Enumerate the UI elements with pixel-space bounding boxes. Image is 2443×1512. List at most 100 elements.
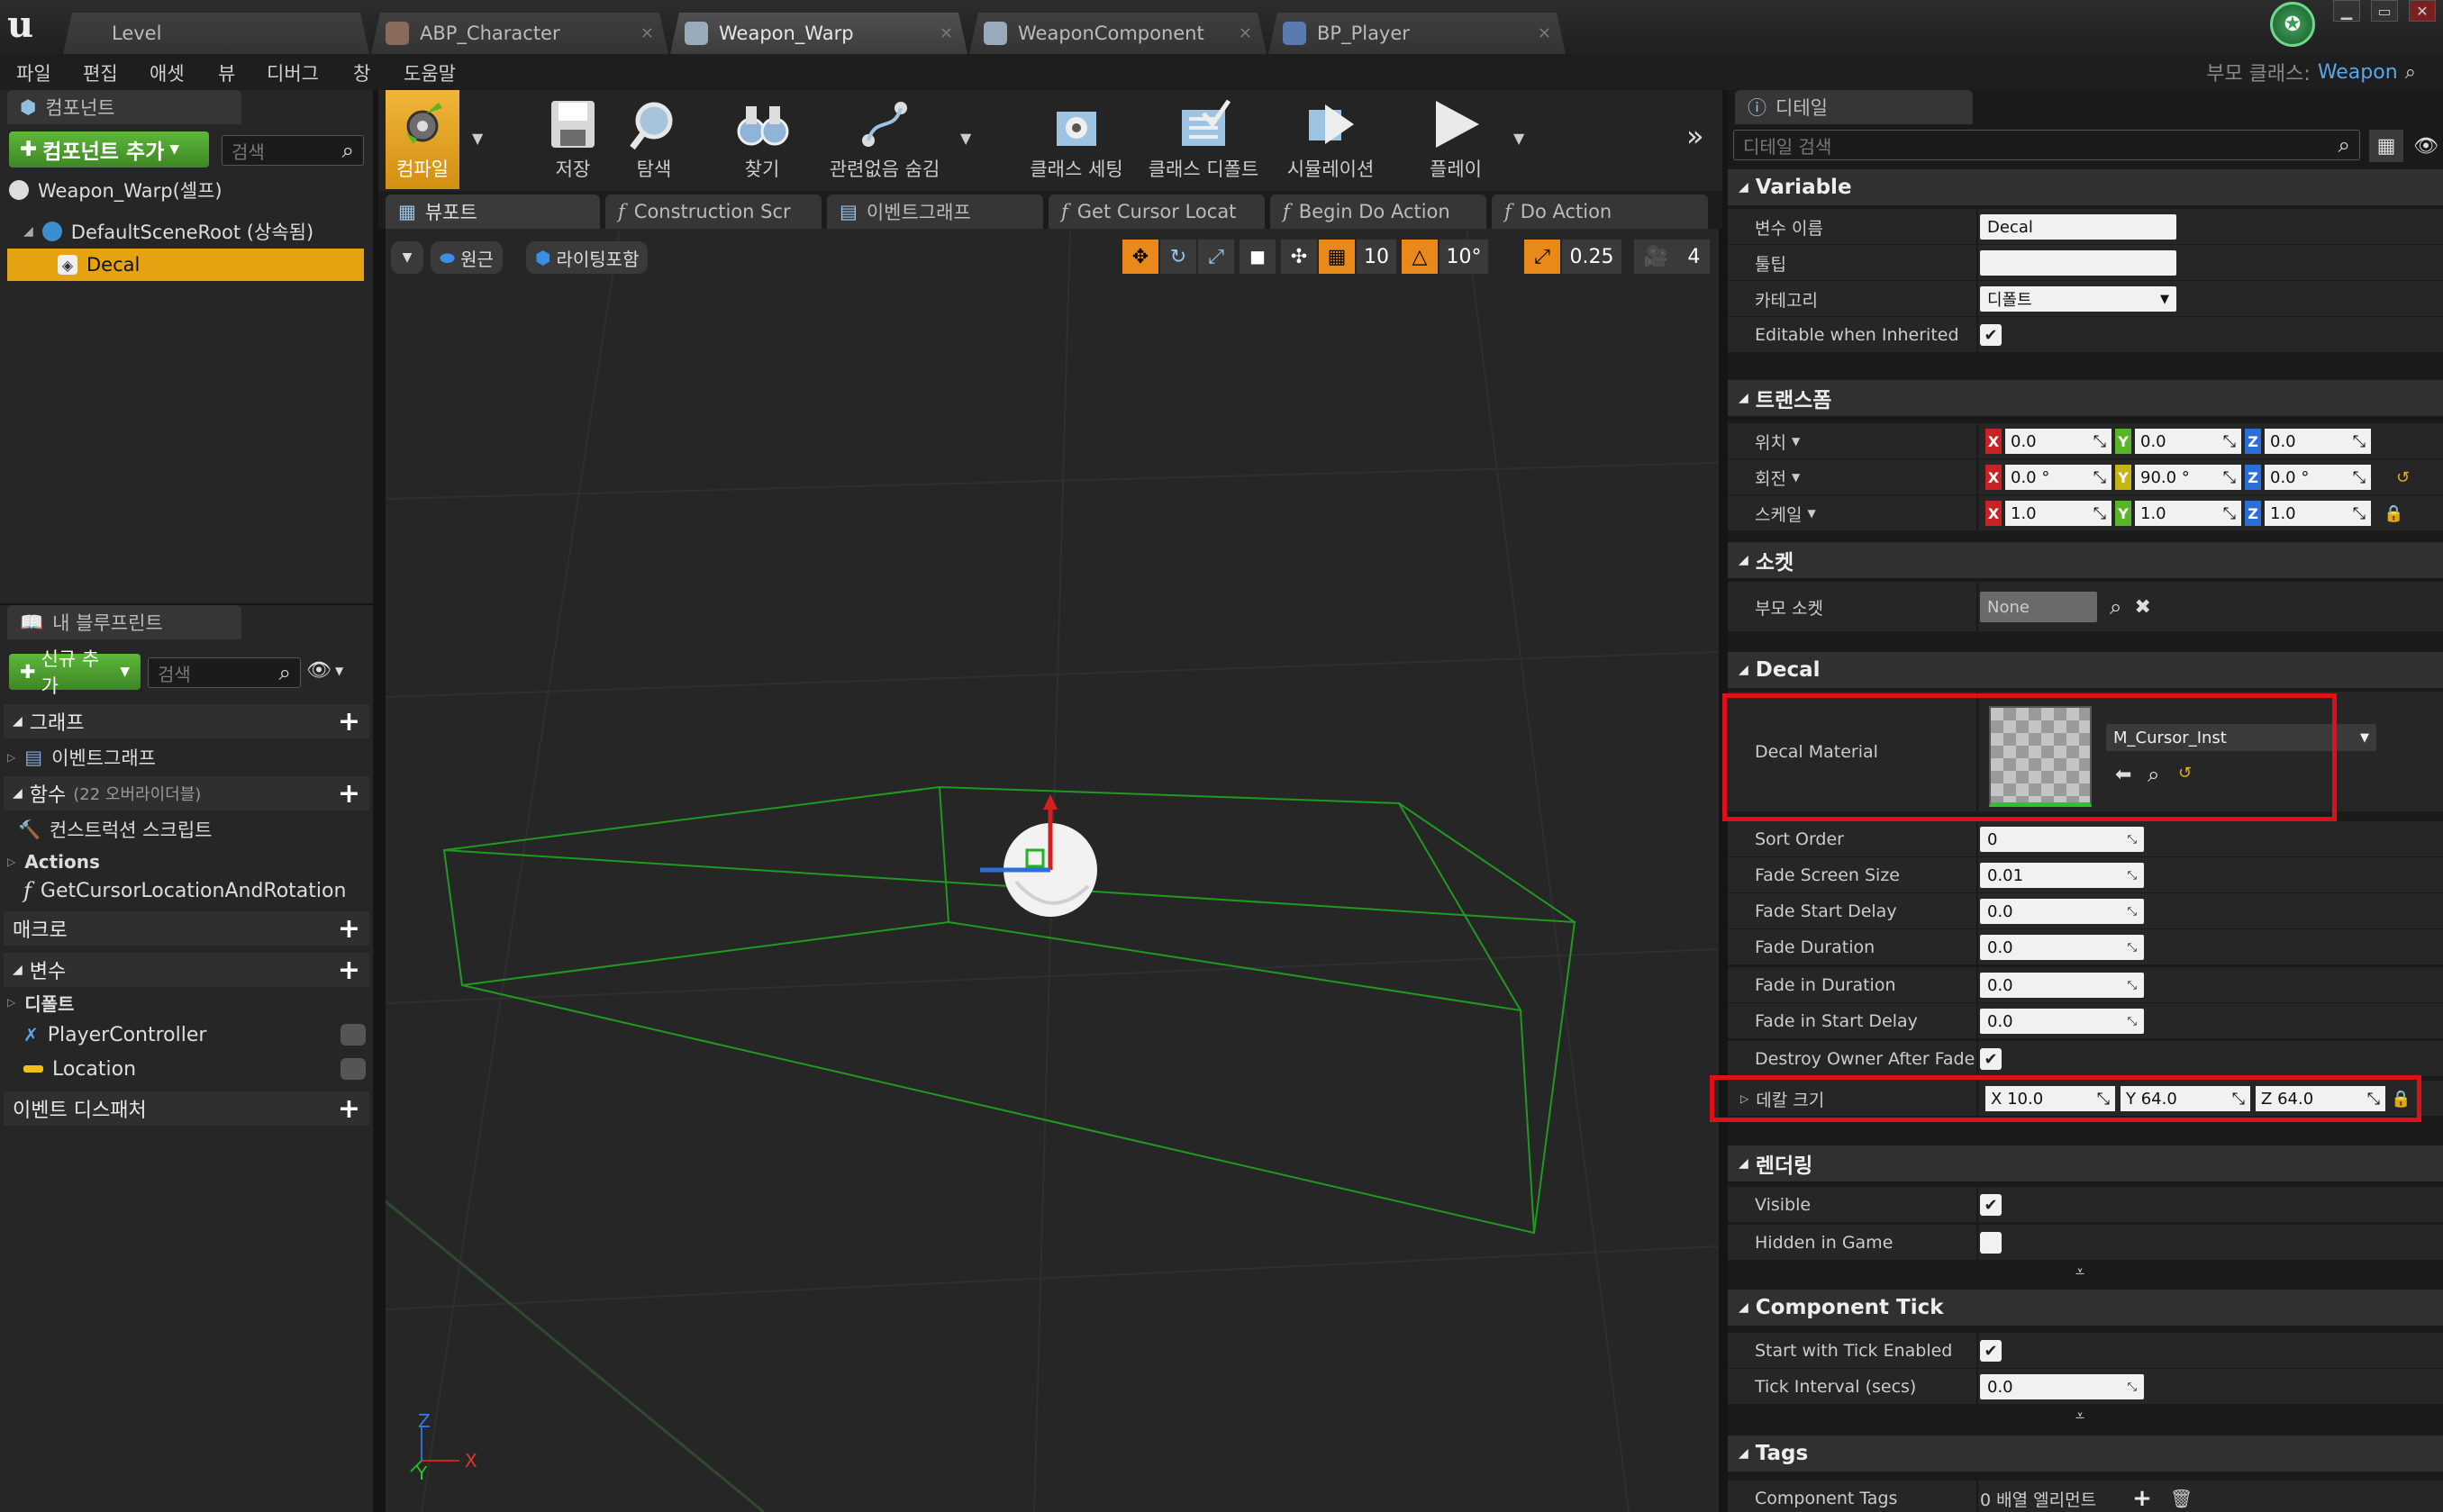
details-tab[interactable]: ⓘ 디테일 xyxy=(1735,90,1973,124)
scale-dropdown[interactable]: 스케일 ▼ xyxy=(1755,495,1816,531)
event-graph-row[interactable]: ▷ ▤ 이벤트그래프 xyxy=(7,742,368,773)
search-icon[interactable]: ⌕ xyxy=(2110,594,2121,620)
expand-arrow-icon[interactable]: ▷ xyxy=(7,856,15,868)
parent-class-link[interactable]: Weapon xyxy=(2318,61,2398,84)
menu-asset[interactable]: 애셋 xyxy=(150,59,185,86)
clear-icon[interactable]: ✖ xyxy=(2134,596,2150,619)
variable-location-row[interactable]: Location xyxy=(23,1054,366,1084)
scale-x-input[interactable]: 1.0 ⤡ xyxy=(2005,501,2112,526)
construction-script-row[interactable]: 🔨 컨스트럭션 스크립트 xyxy=(18,814,369,845)
scale-z-input[interactable]: 1.0 ⤡ xyxy=(2265,501,2371,526)
rotation-x-input[interactable]: 0.0 ° ⤡ xyxy=(2005,465,2112,490)
viewport-options-button[interactable]: ▼ xyxy=(391,241,423,274)
close-icon[interactable]: ✕ xyxy=(1538,24,1551,43)
lock-icon[interactable]: 🔒 xyxy=(2384,504,2403,523)
browse-button[interactable]: 탐색 xyxy=(600,90,708,189)
parent-socket-field[interactable]: None xyxy=(1980,592,2097,622)
menu-debug[interactable]: 디버그 xyxy=(267,59,319,86)
viewport[interactable]: X Z Y ▼ ⬬ 원근 ⬢ 라이팅포함 ✥ ↻ ⤢ ◼ ✣ ▦ 10 △ 10… xyxy=(386,229,1719,1512)
trash-icon[interactable]: 🗑 xyxy=(2170,1488,2193,1509)
hide-unrelated-button[interactable]: 관련없음 숨김 xyxy=(813,90,957,189)
tab-construction-script[interactable]: f Construction Scr xyxy=(605,195,822,229)
variable-player-controller-row[interactable]: ✗ PlayerController xyxy=(23,1019,366,1050)
menu-window[interactable]: 창 xyxy=(353,59,370,86)
rotation-dropdown[interactable]: 회전 ▼ xyxy=(1755,459,1800,495)
category-transform[interactable]: ◢ 트랜스폼 xyxy=(1728,380,2443,416)
advanced-expand-icon[interactable]: ⩡ xyxy=(2075,1263,2084,1281)
rotation-snap-value[interactable]: 10° xyxy=(1439,240,1488,274)
function-get-cursor-row[interactable]: f GetCursorLocationAndRotation xyxy=(23,875,375,906)
source-control-icon[interactable]: ✪ xyxy=(2270,2,2315,47)
hide-options-chevron-icon[interactable]: ▼ xyxy=(960,130,971,147)
close-window-icon[interactable]: ✕ xyxy=(2409,0,2436,22)
override-count[interactable]: (22 오버라이더블) xyxy=(73,782,201,805)
menu-edit[interactable]: 편집 xyxy=(83,59,118,86)
maximize-icon[interactable]: ▭ xyxy=(2371,0,2398,22)
play-options-chevron-icon[interactable]: ▼ xyxy=(1513,130,1524,147)
tab-weapon-warp[interactable]: Weapon_Warp ✕ xyxy=(670,13,967,54)
fade-screen-size-input[interactable]: 0.01 ⤡ xyxy=(1980,863,2144,888)
rotate-tool-icon[interactable]: ↻ xyxy=(1160,240,1196,274)
camera-speed-button[interactable]: 🎥 4 xyxy=(1634,240,1710,274)
advanced-expand-icon[interactable]: ⩡ xyxy=(2075,1407,2084,1426)
expand-arrow-icon[interactable]: ▷ xyxy=(7,751,15,764)
class-settings-button[interactable]: 클래스 세팅 xyxy=(1018,90,1135,189)
reset-to-default-icon[interactable]: ↺ xyxy=(2396,468,2410,487)
search-icon[interactable]: ⌕ xyxy=(2405,61,2416,84)
category-dropdown[interactable]: 디폴트 ▼ xyxy=(1980,286,2176,312)
compile-options-chevron-icon[interactable]: ▼ xyxy=(472,130,483,147)
visible-checkbox[interactable]: ✔ xyxy=(1980,1194,2002,1216)
add-dispatcher-icon[interactable]: + xyxy=(338,1093,360,1125)
blueprint-search-input[interactable]: 검색 ⌕ xyxy=(148,657,301,688)
add-function-icon[interactable]: + xyxy=(338,778,360,810)
component-search-input[interactable]: 검색 ⌕ xyxy=(222,135,364,166)
details-search-input[interactable]: 디테일 검색 ⌕ xyxy=(1733,130,2360,160)
eye-icon[interactable]: 👁 xyxy=(2409,130,2443,162)
component-root-row[interactable]: ◢ DefaultSceneRoot (상속됨) xyxy=(23,216,375,247)
simulation-button[interactable]: 시뮬레이션 xyxy=(1272,90,1389,189)
tab-viewport[interactable]: ▦ 뷰포트 xyxy=(386,195,600,229)
scale-tool-icon[interactable]: ⤢ xyxy=(1198,240,1234,274)
tab-bp-player[interactable]: BP_Player ✕ xyxy=(1268,13,1566,54)
menu-help[interactable]: 도움말 xyxy=(404,59,456,86)
component-decal-row[interactable]: ◈ Decal xyxy=(7,249,364,281)
location-z-input[interactable]: 0.0 ⤡ xyxy=(2265,429,2371,454)
fade-in-duration-input[interactable]: 0.0 ⤡ xyxy=(1980,973,2144,998)
section-event-dispatchers[interactable]: 이벤트 디스패처 + xyxy=(4,1091,369,1126)
world-local-icon[interactable]: ◼ xyxy=(1240,240,1276,274)
add-component-button[interactable]: ✚ 컴포넌트 추가 ▼ xyxy=(9,131,209,167)
perspective-button[interactable]: ⬬ 원근 xyxy=(431,241,503,274)
compile-button[interactable]: 컴파일 xyxy=(386,90,459,189)
grid-snap-value[interactable]: 10 xyxy=(1357,240,1396,274)
fade-start-delay-input[interactable]: 0.0 ⤡ xyxy=(1980,899,2144,924)
section-functions[interactable]: ◢ 함수 (22 오버라이더블) + xyxy=(4,776,369,810)
expand-arrow-icon[interactable]: ▷ xyxy=(7,996,15,1009)
close-icon[interactable]: ✕ xyxy=(940,24,953,43)
category-socket[interactable]: ◢ 소켓 xyxy=(1728,542,2443,578)
sort-order-input[interactable]: 0 ⤡ xyxy=(1980,827,2144,852)
section-graph[interactable]: ◢ 그래프 + xyxy=(4,704,369,738)
section-macros[interactable]: 매크로 + xyxy=(4,911,369,946)
scale-snap-value[interactable]: 0.25 xyxy=(1562,240,1621,274)
default-category-row[interactable]: ▷ 디폴트 xyxy=(7,987,368,1018)
play-button[interactable]: 플레이 xyxy=(1402,90,1510,189)
location-y-input[interactable]: 0.0 ⤡ xyxy=(2135,429,2241,454)
location-dropdown[interactable]: 위치 ▼ xyxy=(1755,423,1800,459)
fade-in-start-delay-input[interactable]: 0.0 ⤡ xyxy=(1980,1009,2144,1034)
actions-category-row[interactable]: ▷ Actions xyxy=(7,847,368,877)
tab-abp-character[interactable]: ABP_Character ✕ xyxy=(371,13,668,54)
rotation-y-input[interactable]: 90.0 ° ⤡ xyxy=(2135,465,2241,490)
surface-snap-icon[interactable]: ✣ xyxy=(1281,240,1317,274)
decal-component-gizmo[interactable] xyxy=(980,794,1097,917)
editable-inherited-checkbox[interactable]: ✔ xyxy=(1980,324,2002,346)
fade-duration-input[interactable]: 0.0 ⤡ xyxy=(1980,935,2144,960)
category-variable[interactable]: ◢ Variable xyxy=(1728,169,2443,205)
rotation-z-input[interactable]: 0.0 ° ⤡ xyxy=(2265,465,2371,490)
add-element-icon[interactable]: + xyxy=(2132,1485,2152,1512)
visibility-toggle-icon[interactable] xyxy=(341,1024,366,1046)
class-defaults-button[interactable]: 클래스 디폴트 xyxy=(1140,90,1267,189)
category-rendering[interactable]: ◢ 렌더링 xyxy=(1728,1145,2443,1182)
find-button[interactable]: 찾기 xyxy=(708,90,816,189)
view-options-button[interactable]: 👁 ▼ xyxy=(306,659,343,682)
toolbar-overflow-icon[interactable]: » xyxy=(1686,119,1704,153)
